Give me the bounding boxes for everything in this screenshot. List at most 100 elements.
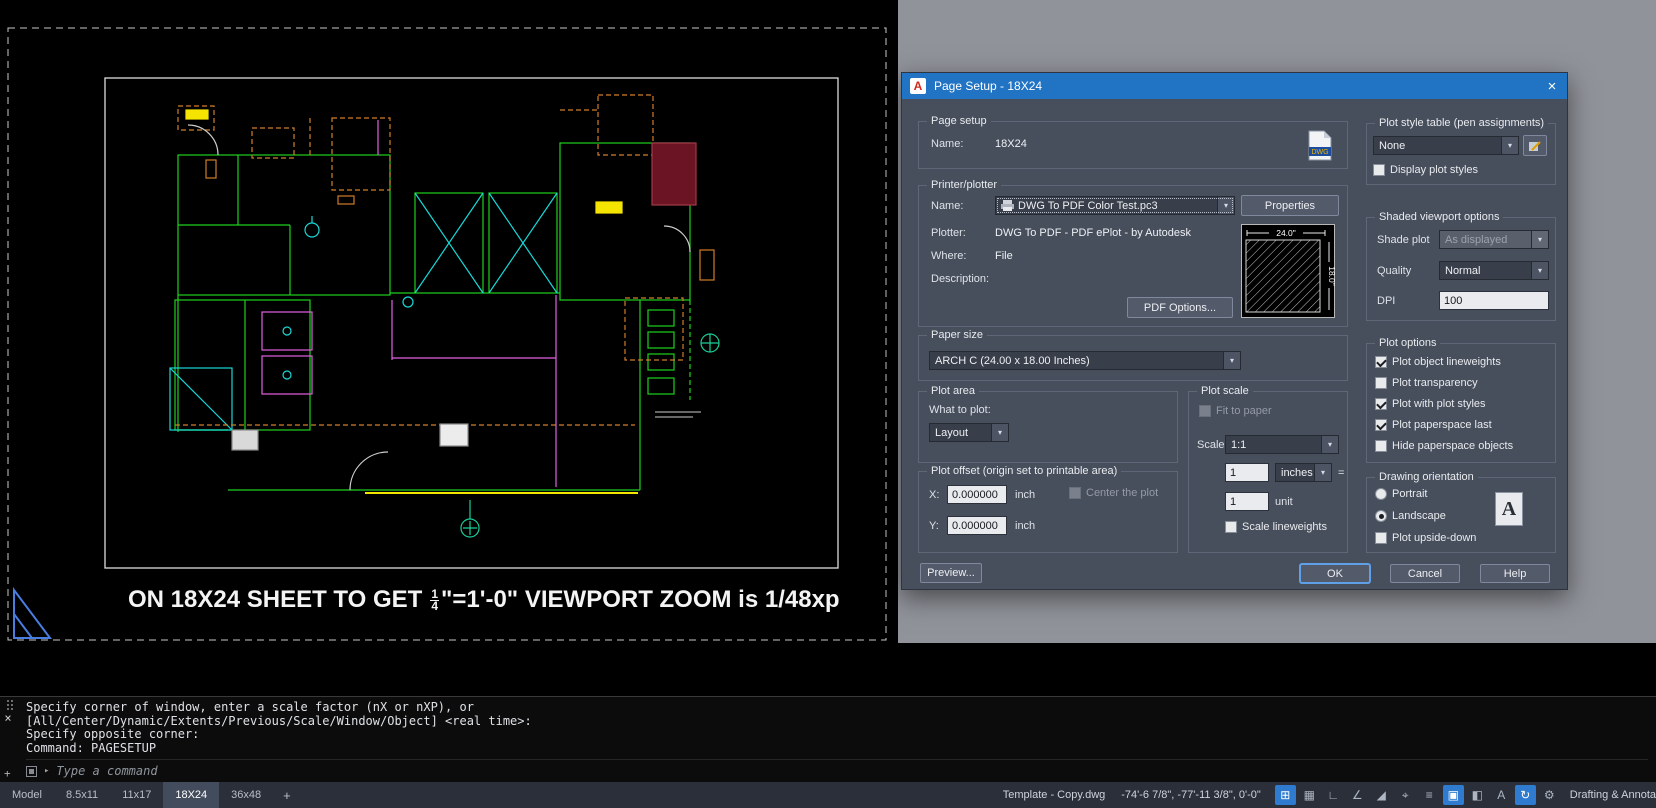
grid-icon[interactable]: ▦ bbox=[1299, 785, 1320, 805]
plot-style-dropdown[interactable]: None bbox=[1373, 136, 1519, 155]
tab-model[interactable]: Model bbox=[0, 782, 54, 808]
edit-plot-style-button[interactable] bbox=[1523, 135, 1547, 156]
chevron-down-icon[interactable] bbox=[1314, 464, 1331, 481]
dialog-title-bar[interactable]: A Page Setup - 18X24 × bbox=[902, 73, 1567, 99]
shade-plot-dropdown[interactable]: As displayed bbox=[1439, 230, 1549, 249]
checkbox-box bbox=[1375, 398, 1387, 410]
checkbox-label: Hide paperspace objects bbox=[1392, 440, 1514, 452]
quality-dropdown[interactable]: Normal bbox=[1439, 261, 1549, 280]
y-offset-label: Y: bbox=[929, 520, 939, 532]
printable-area-border bbox=[7, 27, 887, 641]
y-offset-input[interactable] bbox=[947, 516, 1007, 535]
scale-length-input[interactable] bbox=[1225, 463, 1269, 482]
what-to-plot-label: What to plot: bbox=[929, 404, 991, 416]
autoscale-icon[interactable]: ↻ bbox=[1514, 785, 1536, 805]
chevron-down-icon[interactable] bbox=[1321, 436, 1338, 453]
radio-label: Landscape bbox=[1392, 510, 1446, 522]
plot-transparency-checkbox[interactable]: Plot transparency bbox=[1375, 377, 1478, 389]
chevron-down-icon[interactable] bbox=[1217, 197, 1234, 214]
floorplan-drawing[interactable] bbox=[0, 0, 898, 660]
command-input[interactable]: Type a command bbox=[26, 759, 1648, 779]
dpi-input[interactable] bbox=[1439, 291, 1549, 310]
group-label: Printer/plotter bbox=[927, 179, 1002, 192]
close-icon[interactable]: × bbox=[1537, 73, 1567, 99]
floorplan-geometry bbox=[169, 94, 720, 538]
portrait-radio[interactable]: Portrait bbox=[1375, 488, 1427, 500]
dialog-title: Page Setup - 18X24 bbox=[934, 79, 1043, 93]
tab-18x24[interactable]: 18X24 bbox=[163, 782, 220, 808]
chevron-down-icon[interactable] bbox=[1223, 352, 1240, 369]
display-plot-styles-checkbox[interactable]: Display plot styles bbox=[1373, 164, 1478, 176]
checkbox-box bbox=[1199, 405, 1211, 417]
transparency-icon[interactable]: ▣ bbox=[1442, 785, 1464, 805]
help-button[interactable]: Help bbox=[1480, 564, 1550, 583]
command-history-line: [All/Center/Dynamic/Extents/Previous/Sca… bbox=[26, 713, 532, 728]
polar-tracking-icon[interactable]: ∠ bbox=[1347, 785, 1368, 805]
where-label: Where: bbox=[931, 250, 967, 262]
chevron-down-icon[interactable] bbox=[1531, 262, 1548, 279]
x-offset-input[interactable] bbox=[947, 485, 1007, 504]
autocad-logo-icon: A bbox=[910, 78, 926, 94]
landscape-radio[interactable]: Landscape bbox=[1375, 510, 1446, 522]
orientation-paper-icon: A bbox=[1495, 492, 1523, 526]
checkbox-label: Scale lineweights bbox=[1242, 521, 1327, 533]
snap-icon[interactable]: ⊞ bbox=[1274, 785, 1296, 805]
checkbox-label: Plot with plot styles bbox=[1392, 398, 1486, 410]
tab-11x17[interactable]: 11x17 bbox=[110, 782, 163, 808]
ok-button[interactable]: OK bbox=[1300, 564, 1370, 583]
tab-36x48[interactable]: 36x48 bbox=[219, 782, 273, 808]
x-offset-label: X: bbox=[929, 489, 940, 501]
preview-button[interactable]: Preview... bbox=[920, 563, 982, 583]
group-plot-scale: Plot scale Fit to paper Scale: 1:1 inche… bbox=[1188, 385, 1348, 553]
svg-text:DWG: DWG bbox=[1311, 149, 1328, 156]
annotation-scale-icon[interactable]: A bbox=[1491, 785, 1512, 805]
shade-plot-label: Shade plot bbox=[1377, 234, 1430, 246]
command-history-line: Command: PAGESETUP bbox=[26, 740, 157, 755]
printer-name-dropdown[interactable]: DWG To PDF Color Test.pc3 bbox=[995, 196, 1235, 215]
gear-icon[interactable]: ⚙ bbox=[1539, 785, 1560, 805]
svg-text:18.0": 18.0" bbox=[1327, 266, 1335, 286]
recent-commands-icon[interactable] bbox=[44, 766, 49, 776]
checkbox-box bbox=[1375, 532, 1387, 544]
scale-unit-dropdown[interactable]: inches bbox=[1275, 463, 1332, 482]
group-label: Plot options bbox=[1375, 337, 1441, 350]
checkbox-label: Plot paperspace last bbox=[1392, 419, 1492, 431]
scale-lineweights-checkbox[interactable]: Scale lineweights bbox=[1225, 521, 1327, 533]
paper-size-dropdown[interactable]: ARCH C (24.00 x 18.00 Inches) bbox=[929, 351, 1241, 370]
caption-post: "=1'-0" VIEWPORT ZOOM is 1/48xp bbox=[441, 586, 840, 613]
page-setup-name-label: Name: bbox=[931, 138, 964, 150]
cancel-button[interactable]: Cancel bbox=[1390, 564, 1460, 583]
plotter-value: DWG To PDF - PDF ePlot - by Autodesk bbox=[995, 227, 1192, 239]
plot-with-plot-styles-checkbox[interactable]: Plot with plot styles bbox=[1375, 398, 1486, 410]
osnap-icon[interactable]: ⌖ bbox=[1395, 785, 1416, 805]
properties-button[interactable]: Properties bbox=[1241, 195, 1339, 216]
center-the-plot-checkbox[interactable]: Center the plot bbox=[1069, 487, 1158, 499]
ortho-icon[interactable]: ∟ bbox=[1323, 785, 1344, 805]
command-customize-icon[interactable] bbox=[26, 765, 37, 777]
plot-object-lineweights-checkbox[interactable]: Plot object lineweights bbox=[1375, 356, 1501, 368]
radio-circle bbox=[1375, 488, 1387, 500]
scale-dropdown[interactable]: 1:1 bbox=[1225, 435, 1339, 454]
tab-8-5x11[interactable]: 8.5x11 bbox=[54, 782, 110, 808]
add-layout-button[interactable]: + bbox=[273, 782, 301, 808]
what-to-plot-dropdown[interactable]: Layout bbox=[929, 423, 1009, 442]
hide-paperspace-objects-checkbox[interactable]: Hide paperspace objects bbox=[1375, 440, 1513, 452]
command-close-icon[interactable]: × bbox=[4, 712, 11, 724]
pdf-options-button[interactable]: PDF Options... bbox=[1127, 297, 1233, 318]
group-label: Drawing orientation bbox=[1375, 471, 1478, 484]
selection-cycling-icon[interactable]: ◧ bbox=[1467, 785, 1488, 805]
lineweight-icon[interactable]: ≡ bbox=[1419, 785, 1440, 805]
fit-to-paper-checkbox[interactable]: Fit to paper bbox=[1199, 405, 1272, 417]
radio-label: Portrait bbox=[1392, 488, 1428, 500]
cursor-coordinates: -74'-6 7/8", -77'-11 3/8", 0'-0" bbox=[1121, 789, 1261, 801]
isodraft-icon[interactable]: ◢ bbox=[1371, 785, 1392, 805]
plot-paperspace-last-checkbox[interactable]: Plot paperspace last bbox=[1375, 419, 1492, 431]
plot-upside-down-checkbox[interactable]: Plot upside-down bbox=[1375, 532, 1476, 544]
scale-units-input[interactable] bbox=[1225, 492, 1269, 511]
chevron-down-icon[interactable] bbox=[1501, 137, 1518, 154]
drag-grip-icon[interactable] bbox=[7, 700, 9, 702]
status-bar: Model 8.5x11 11x17 18X24 36x48 + Templat… bbox=[0, 782, 1656, 808]
chevron-down-icon[interactable] bbox=[991, 424, 1008, 441]
workspace-label[interactable]: Drafting & Annota bbox=[1570, 782, 1656, 808]
command-history[interactable]: Specify corner of window, enter a scale … bbox=[16, 697, 1656, 782]
